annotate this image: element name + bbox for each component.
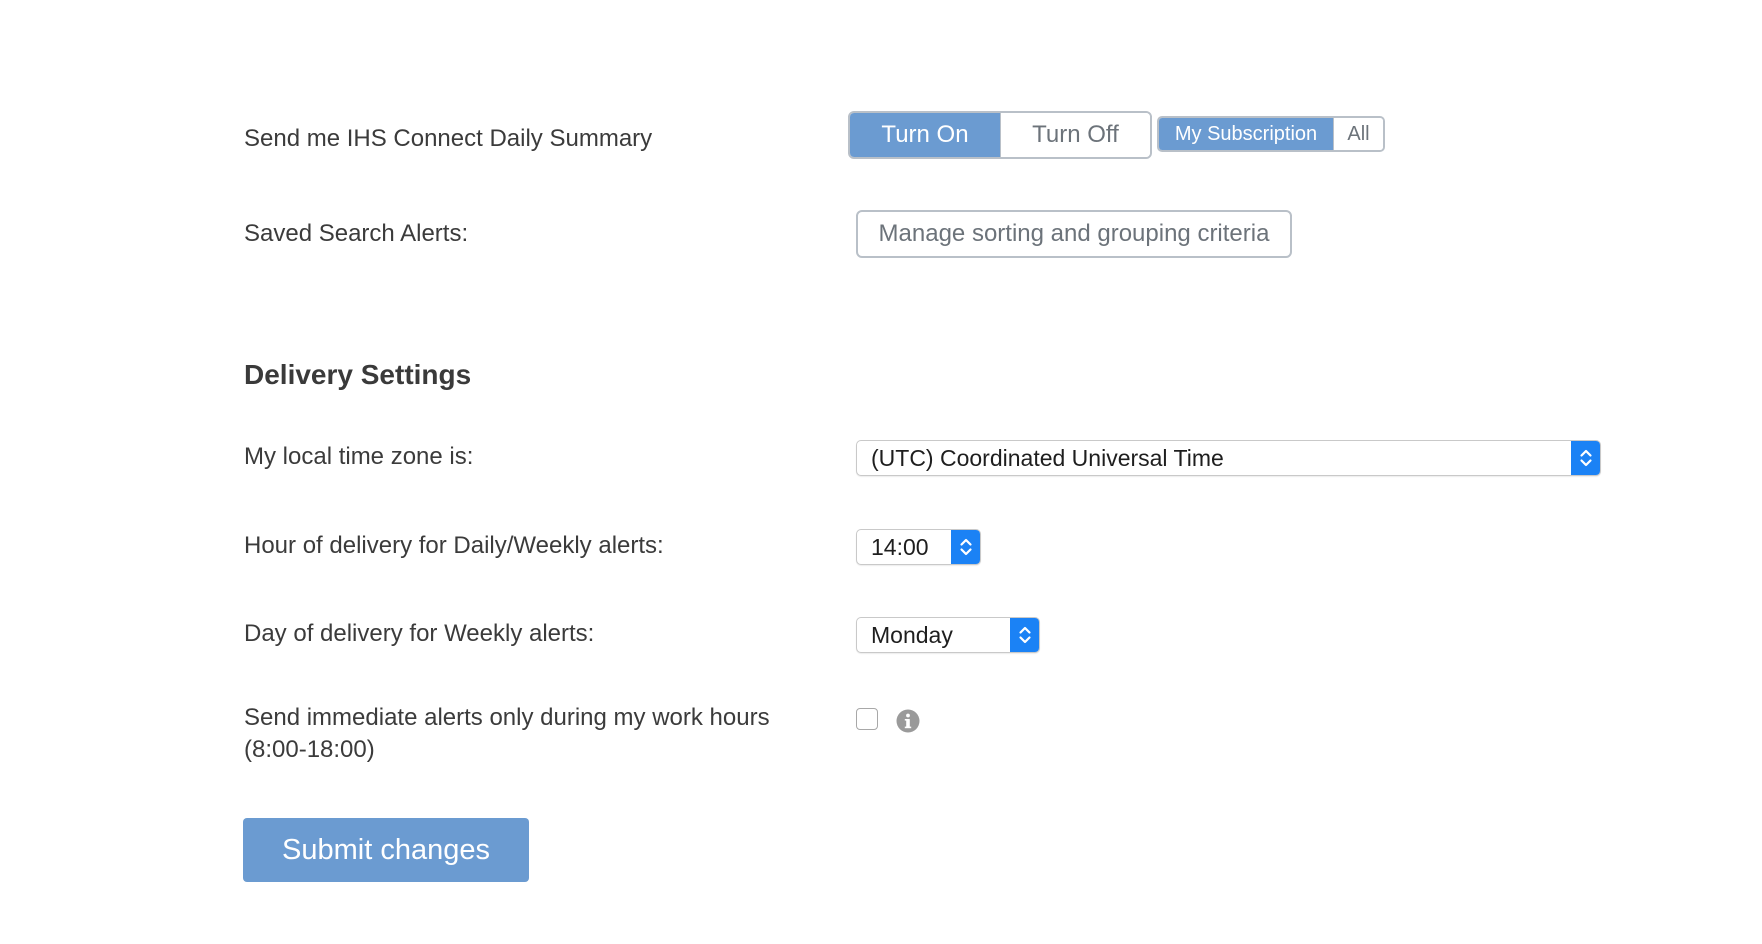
saved-search-alerts-label: Saved Search Alerts: (244, 220, 469, 247)
hour-value: 14:00 (871, 533, 929, 560)
hour-select[interactable]: 14:00 (856, 529, 981, 565)
timezone-value: (UTC) Coordinated Universal Time (871, 444, 1224, 471)
day-select[interactable]: Monday (856, 617, 1040, 653)
day-value: Monday (871, 621, 953, 648)
work-hours-label-line1: Send immediate alerts only during my wor… (244, 704, 770, 731)
turn-off-button[interactable]: Turn Off (1000, 113, 1150, 157)
timezone-label: My local time zone is: (244, 443, 474, 470)
all-button[interactable]: All (1333, 118, 1383, 150)
daily-summary-label: Send me IHS Connect Daily Summary (244, 125, 653, 152)
info-icon[interactable] (896, 709, 920, 733)
work-hours-label-line2: (8:00-18:00) (244, 736, 375, 763)
timezone-select[interactable]: (UTC) Coordinated Universal Time (856, 440, 1601, 476)
my-subscription-button[interactable]: My Subscription (1159, 118, 1333, 150)
updown-chevron-icon (951, 530, 980, 564)
updown-chevron-icon (1010, 618, 1039, 652)
manage-sorting-button[interactable]: Manage sorting and grouping criteria (856, 210, 1292, 258)
submit-changes-button[interactable]: Submit changes (243, 818, 529, 882)
hour-label: Hour of delivery for Daily/Weekly alerts… (244, 532, 664, 559)
turn-on-button[interactable]: Turn On (850, 113, 1000, 157)
delivery-settings-heading: Delivery Settings (244, 359, 472, 390)
subscription-scope-toggle: My Subscription All (1157, 116, 1385, 152)
daily-summary-toggle: Turn On Turn Off (848, 111, 1152, 159)
work-hours-label: Send immediate alerts only during my wor… (244, 702, 770, 766)
day-label: Day of delivery for Weekly alerts: (244, 620, 595, 647)
updown-chevron-icon (1571, 441, 1600, 475)
work-hours-checkbox[interactable] (856, 708, 878, 730)
